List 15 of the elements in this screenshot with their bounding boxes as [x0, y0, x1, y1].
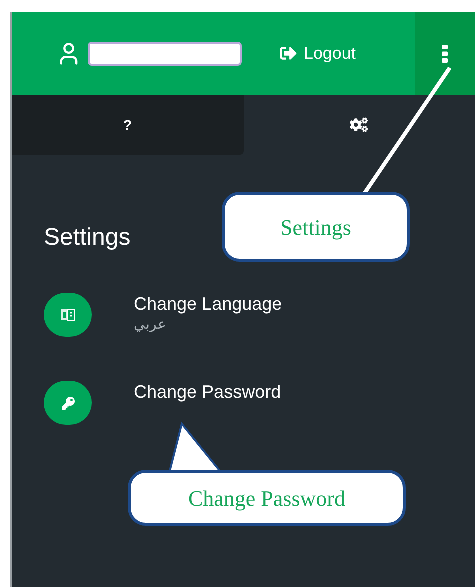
- username-field[interactable]: [88, 42, 242, 66]
- key-icon: [62, 396, 74, 410]
- item-subtitle: عربي: [134, 315, 167, 333]
- settings-heading: Settings: [44, 223, 131, 253]
- callout-pointer: [169, 422, 221, 472]
- settings-item[interactable]: Change Password: [44, 381, 443, 429]
- logout-icon: [280, 45, 297, 62]
- item-title: Change Password: [134, 381, 282, 403]
- gears-icon: [350, 116, 368, 134]
- callout-bubble: Settings: [222, 192, 410, 262]
- tab[interactable]: ?: [12, 95, 244, 155]
- menu-button[interactable]: [415, 12, 475, 95]
- translate-icon: [61, 309, 75, 321]
- menu-icon: [442, 44, 448, 62]
- item-title: Change Language: [134, 293, 282, 315]
